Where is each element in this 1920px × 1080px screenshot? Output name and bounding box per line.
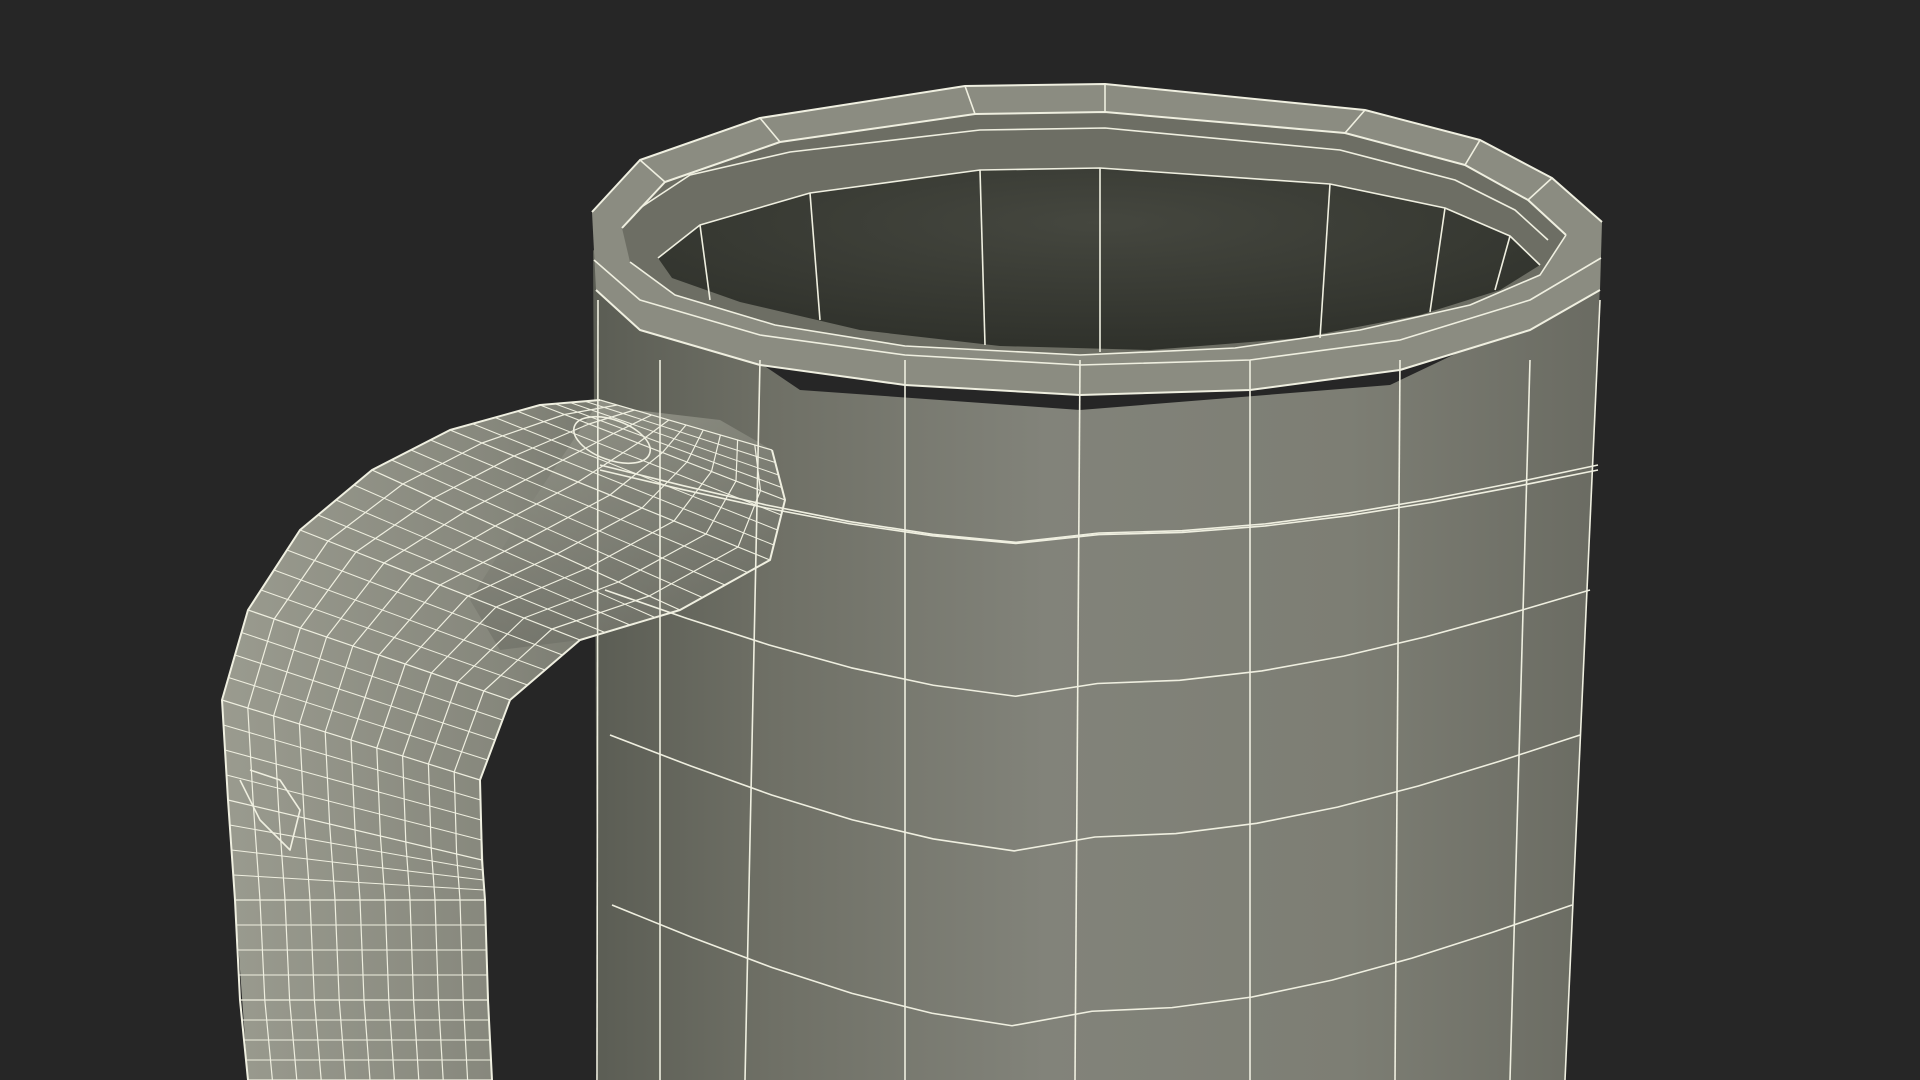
- render-viewport: [0, 0, 1920, 1080]
- mug-render: [221, 83, 1603, 1080]
